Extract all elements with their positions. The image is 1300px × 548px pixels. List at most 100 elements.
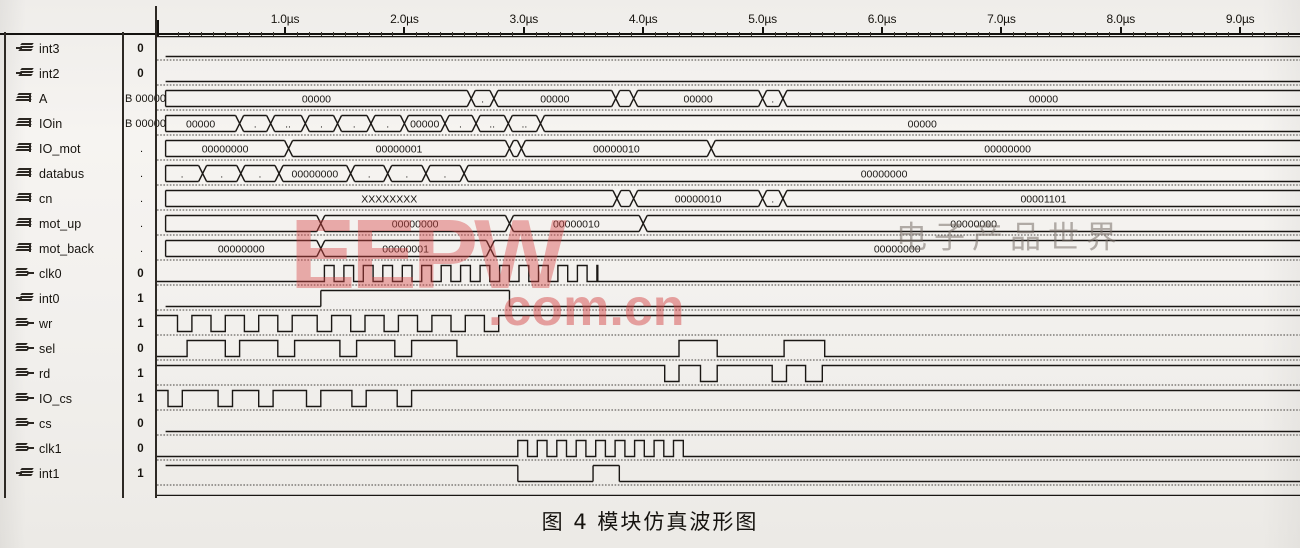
signal-row-clk0[interactable]: clk0	[4, 261, 124, 286]
signal-row-int2[interactable]: int2	[4, 61, 124, 86]
signal-value-rd: 1	[137, 367, 144, 380]
signal-name-label: IO_mot	[39, 141, 81, 156]
bus-value-label: 00000	[684, 94, 713, 106]
panel-divider-left	[4, 32, 6, 498]
signal-name-label: wr	[39, 316, 53, 331]
signal-row-rd[interactable]: rd	[4, 361, 124, 386]
ruler-tick-label: 1.0µs	[270, 12, 300, 26]
bus-value-label: .	[771, 94, 774, 106]
bus-value-label: 00000000	[291, 169, 338, 181]
signal-name-label: sel	[39, 341, 56, 356]
bus-value-label: 00000001	[376, 144, 423, 156]
clock-waveform	[157, 439, 1300, 458]
signal-row-IO_mot[interactable]: IO_mot	[4, 136, 124, 161]
signal-row-IO_cs[interactable]: IO_cs	[4, 386, 124, 411]
signal-row-sel[interactable]: sel	[4, 336, 124, 361]
signal-value-clk0: 0	[137, 267, 144, 280]
signal-row-databus[interactable]: databus	[4, 161, 124, 186]
signal-name-label: cn	[39, 191, 53, 206]
signal-row-int3[interactable]: int3	[4, 36, 124, 61]
signal-name-label: int2	[39, 66, 60, 81]
time-cursor[interactable]	[157, 20, 159, 36]
bus-signal-icon	[15, 218, 34, 229]
ruler-tick-label: 4.0µs	[628, 12, 658, 26]
signal-row-wr[interactable]: wr	[4, 311, 124, 336]
bus-value-label: 00000000	[392, 219, 439, 231]
signal-row-mot_up[interactable]: mot_up	[4, 211, 124, 236]
signal-value-int3: 0	[137, 42, 144, 55]
bus-value-label: 00000000	[218, 244, 265, 256]
bus-value-label: 00000000	[984, 144, 1031, 156]
clock-waveform	[157, 264, 1300, 283]
signal-name-label: clk0	[39, 266, 62, 281]
signal-row-A[interactable]: A	[4, 86, 124, 111]
pulse-waveform	[157, 314, 1300, 333]
signal-name-label: A	[39, 91, 48, 106]
signal-row-IOin[interactable]: IOin	[4, 111, 124, 136]
bus-value-label: 00000	[540, 94, 569, 106]
ruler-tick-label: 2.0µs	[390, 12, 419, 26]
signal-name-label: mot_back	[39, 241, 94, 256]
bus-signal-icon	[15, 118, 34, 129]
bus-value-label: 00000000	[874, 244, 921, 256]
signal-value-cs: 0	[137, 417, 144, 430]
ruler-baseline	[0, 33, 1300, 35]
bus-value-label: 00000	[908, 119, 937, 131]
signal-value-IO_cs: 1	[137, 392, 144, 405]
bus-value-label: 00000	[410, 119, 439, 131]
ruler-tick	[1000, 27, 1003, 35]
ruler-tick-label: 3.0µs	[509, 12, 539, 26]
bus-value-label: .	[368, 169, 371, 181]
bus-value-label: 00000010	[593, 144, 640, 156]
signal-value-cn: .	[139, 192, 144, 205]
signal-row-cs[interactable]: cs	[4, 411, 124, 436]
waveform-viewer: 1.0µs 2.0µs 3.0µs 4.0µs 5.0µs 6.0µs 7.0µs 8.0µs…	[0, 6, 1300, 498]
bus-value-label: 00001101	[1020, 194, 1066, 206]
ruler-tick-label: 9.0µs	[1225, 12, 1255, 26]
signal-name-label: databus	[39, 166, 85, 181]
bus-value-label: .	[220, 169, 223, 181]
signal-value-int2: 0	[137, 67, 144, 80]
bus-value-label: XXXXXXXX	[361, 194, 417, 206]
bus-value-label: ..	[285, 119, 291, 131]
signal-value-IO_mot: .	[139, 142, 144, 155]
output-signal-icon	[15, 318, 34, 329]
signal-row-int0[interactable]: int0	[4, 286, 124, 311]
signal-row-int1[interactable]: int1	[4, 461, 124, 486]
bus-value-label: .	[405, 169, 408, 181]
bus-value-label: 00000001	[382, 244, 429, 256]
ruler-tick	[1239, 27, 1242, 35]
bus-value-label: 00000000	[950, 219, 997, 231]
output-signal-icon	[15, 343, 34, 354]
signal-name-label: rd	[39, 366, 51, 381]
output-signal-icon	[15, 418, 34, 429]
ruler-tick-label: 5.0µs	[748, 12, 777, 26]
bus-value-label: .	[386, 119, 389, 131]
time-ruler[interactable]: 1.0µs 2.0µs 3.0µs 4.0µs 5.0µs 6.0µs 7.0µs 8.0µs…	[0, 6, 1300, 36]
signal-value-int1: 1	[137, 467, 144, 480]
bus-value-label: .	[459, 119, 462, 131]
ruler-tick	[881, 27, 883, 35]
signal-name-label: int3	[39, 41, 60, 56]
pulse-waveform	[157, 389, 1300, 408]
bus-value-label: .	[320, 119, 323, 131]
bus-value-label: ..	[521, 119, 527, 131]
bus-signal-icon	[15, 193, 34, 204]
bus-value-label: ..	[489, 119, 495, 131]
bus-value-label: .	[181, 169, 184, 181]
bus-signal-icon	[15, 243, 34, 254]
signal-value-panel: 00B 00000 B 00000..... 0 1 1 0 1 1 0 0 1	[124, 36, 166, 496]
signal-row-mot_back[interactable]: mot_back	[4, 236, 124, 261]
signal-value-mot_up: .	[139, 217, 144, 230]
ruler-tick-label: 8.0µs	[1106, 12, 1136, 26]
signal-name-label: clk1	[39, 441, 62, 456]
signal-value-sel: 0	[137, 342, 144, 355]
input-signal-icon	[16, 468, 34, 479]
signal-name-panel[interactable]: int3 int2 A IOin IO_motdatabus cn mot_up mot_ba…	[4, 36, 124, 496]
signal-row-clk1[interactable]: clk1	[4, 436, 124, 461]
bus-value-label: 00000	[1029, 94, 1058, 106]
output-signal-icon	[15, 368, 34, 379]
waveform-canvas[interactable]: 00000. 00000 00000. 00000 00000...... 00000..…	[157, 36, 1300, 496]
signal-row-cn[interactable]: cn	[4, 186, 124, 211]
input-signal-icon	[16, 43, 34, 54]
